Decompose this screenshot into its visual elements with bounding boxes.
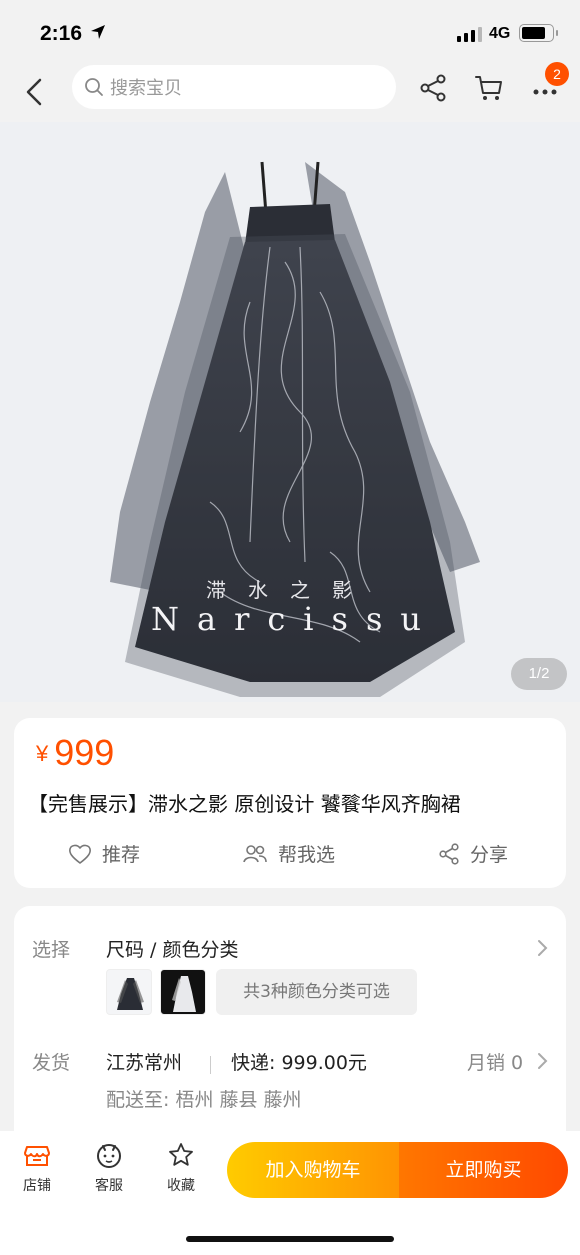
service-tab[interactable]: 客服 [79, 1141, 139, 1195]
overlay-title-cn: 滞水之影 [206, 578, 374, 602]
recommend-label: 推荐 [102, 844, 141, 866]
share-label: 分享 [470, 844, 509, 866]
divider [210, 1056, 211, 1074]
battery-icon [519, 24, 558, 42]
search-input[interactable]: 搜索宝贝 [72, 65, 396, 109]
express-fee: 快递: 999.00元 [231, 1052, 367, 1074]
select-value[interactable]: 尺码 / 颜色分类 [106, 935, 238, 962]
white-dress-thumbnail [172, 976, 196, 1012]
color-thumbnail-white[interactable] [160, 969, 206, 1015]
price-amount: 999 [54, 732, 115, 773]
status-time: 2:16 [40, 22, 83, 45]
location-arrow-icon [91, 25, 105, 39]
nav-bar: 搜索宝贝 2 [0, 62, 580, 122]
chevron-right-icon[interactable] [536, 1051, 550, 1071]
shop-label: 店铺 [23, 1178, 51, 1194]
select-label: 选择 [32, 939, 71, 961]
store-icon [24, 1146, 50, 1166]
shop-tab[interactable]: 店铺 [7, 1141, 67, 1195]
color-thumbnail-black[interactable] [106, 969, 152, 1015]
status-bar: 2:16 4G [0, 0, 580, 62]
black-dress-thumbnail [117, 978, 144, 1010]
search-icon [85, 78, 103, 96]
star-icon [169, 1143, 193, 1166]
product-title: 【完售展示】滞水之影 原创设计 饕餮华风齐胸裙 [28, 792, 461, 816]
share-icon [439, 842, 459, 865]
home-indicator [186, 1236, 394, 1242]
deliver-to[interactable]: 配送至: 梧州 藤县 藤州 [106, 1085, 302, 1112]
search-placeholder: 搜索宝贝 [110, 78, 182, 99]
share-icon[interactable] [417, 72, 449, 104]
favorite-tab[interactable]: 收藏 [151, 1141, 211, 1195]
help-choose-button[interactable]: 帮我选 [242, 840, 335, 867]
recommend-button[interactable]: 推荐 [68, 840, 140, 867]
network-type: 4G [489, 25, 511, 42]
product-image[interactable]: 滞水之影 Narcissu 1/2 [0, 122, 580, 702]
ship-from: 江苏常州 [106, 1052, 183, 1074]
image-counter: 1/2 [511, 658, 567, 690]
heart-icon [69, 844, 91, 864]
action-row: 推荐 帮我选 分享 [14, 840, 566, 870]
monthly-sales: 月销 0 [467, 1052, 524, 1074]
help-choose-label: 帮我选 [278, 844, 336, 866]
color-count-tag[interactable]: 共3种颜色分类可选 [216, 969, 417, 1015]
favorite-label: 收藏 [167, 1178, 195, 1194]
service-label: 客服 [95, 1178, 123, 1194]
ship-label: 发货 [32, 1052, 71, 1074]
buy-now-button[interactable]: 立即购买 [399, 1142, 568, 1198]
cart-badge: 2 [545, 62, 569, 86]
price: ¥999 [36, 732, 114, 774]
signal-strength-icon [457, 27, 482, 42]
share-button[interactable]: 分享 [438, 840, 508, 867]
options-card: 选择 尺码 / 颜色分类 共3种颜色分类可选 发货 江苏常州 快递: 999.0… [14, 906, 566, 1146]
people-icon [243, 844, 267, 862]
add-to-cart-button[interactable]: 加入购物车 [227, 1142, 399, 1198]
cart-icon[interactable] [473, 72, 505, 104]
back-arrow-icon[interactable] [18, 74, 54, 110]
price-card: ¥999 【完售展示】滞水之影 原创设计 饕餮华风齐胸裙 推荐 帮我选 分享 [14, 718, 566, 888]
currency-symbol: ¥ [36, 741, 49, 766]
customer-service-icon [97, 1144, 121, 1168]
chevron-right-icon[interactable] [536, 938, 550, 958]
overlay-title-en: Narcissu [151, 600, 439, 638]
